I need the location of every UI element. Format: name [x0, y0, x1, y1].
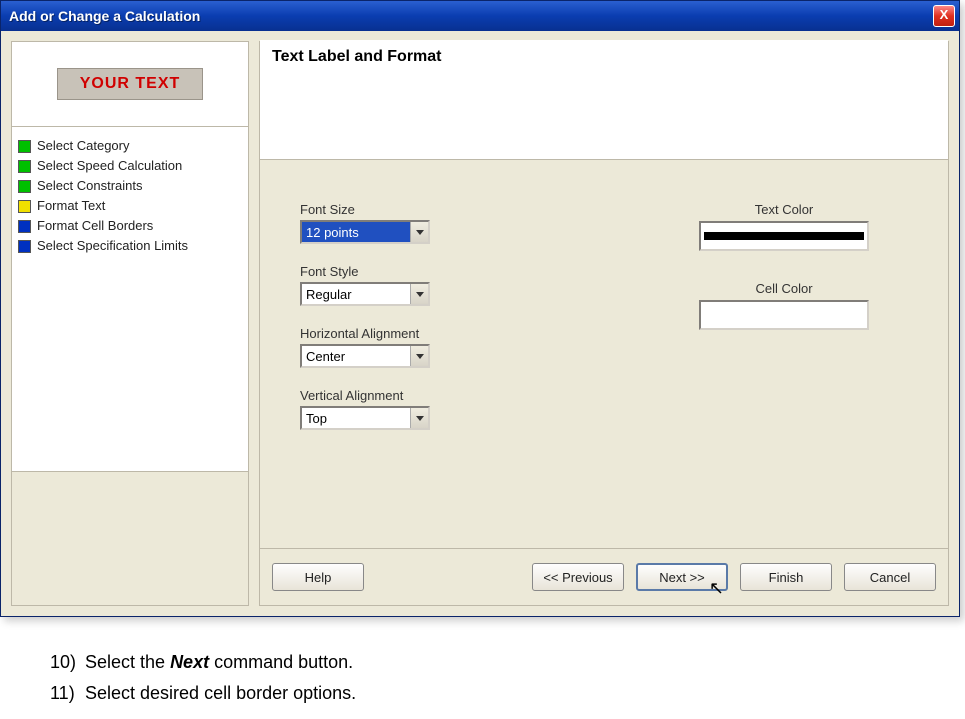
step-label: Select Category — [37, 137, 130, 155]
cell-color-picker[interactable] — [699, 300, 869, 330]
dropdown-value: Top — [306, 411, 327, 426]
step-label: Select Constraints — [37, 177, 143, 195]
close-button[interactable]: X — [933, 5, 955, 27]
instruction-step: Select desired cell border options. — [50, 678, 965, 709]
text-color-field: Text Color — [660, 202, 908, 251]
form-right-col: Text Color Cell Color — [560, 202, 908, 528]
text-color-label: Text Color — [660, 202, 908, 217]
font-style-label: Font Style — [300, 264, 560, 279]
left-spacer — [11, 472, 249, 606]
h-align-label: Horizontal Alignment — [300, 326, 560, 341]
text-color-sample — [704, 232, 864, 240]
instruction-step: Select the Next command button. — [50, 647, 965, 678]
step-status-icon — [18, 140, 31, 153]
step-status-icon — [18, 220, 31, 233]
instruction-text: Select the Next command button. Select d… — [50, 647, 965, 708]
step-label: Format Cell Borders — [37, 217, 153, 235]
dialog-window: Add or Change a Calculation X YOUR TEXT … — [0, 0, 960, 617]
horizontal-alignment-field: Horizontal Alignment Center — [300, 326, 560, 368]
cell-color-label: Cell Color — [660, 281, 908, 296]
wizard-steps-panel: Select Category Select Speed Calculation… — [11, 127, 249, 472]
previous-button[interactable]: << Previous — [532, 563, 624, 591]
dropdown-value: Center — [306, 349, 345, 364]
left-column: YOUR TEXT Select Category Select Speed C… — [11, 41, 249, 606]
cancel-button[interactable]: Cancel — [844, 563, 936, 591]
step-label: Format Text — [37, 197, 105, 215]
section-header: Text Label and Format — [260, 40, 948, 160]
cell-color-field: Cell Color — [660, 281, 908, 330]
titlebar: Add or Change a Calculation X — [1, 1, 959, 31]
wizard-step[interactable]: Format Text — [18, 197, 242, 215]
chevron-down-icon — [410, 284, 428, 304]
preview-text: YOUR TEXT — [57, 68, 204, 100]
window-title: Add or Change a Calculation — [9, 8, 200, 24]
wizard-step[interactable]: Select Speed Calculation — [18, 157, 242, 175]
button-bar: Help << Previous Next >> ↖ Finish Cancel — [260, 548, 948, 605]
dialog-body: YOUR TEXT Select Category Select Speed C… — [1, 31, 959, 616]
chevron-down-icon — [410, 222, 428, 242]
section-heading: Text Label and Format — [272, 48, 442, 65]
vertical-alignment-field: Vertical Alignment Top — [300, 388, 560, 430]
font-style-field: Font Style Regular — [300, 264, 560, 306]
chevron-down-icon — [410, 408, 428, 428]
font-size-dropdown[interactable]: 12 points — [300, 220, 430, 244]
step-label: Select Speed Calculation — [37, 157, 182, 175]
step-status-icon — [18, 180, 31, 193]
help-button[interactable]: Help — [272, 563, 364, 591]
next-button-label: Next >> — [659, 570, 705, 585]
right-column: Text Label and Format Font Size 12 point… — [259, 41, 949, 606]
step-label: Select Specification Limits — [37, 237, 188, 255]
font-size-label: Font Size — [300, 202, 560, 217]
h-align-dropdown[interactable]: Center — [300, 344, 430, 368]
step-status-icon — [18, 240, 31, 253]
text-color-picker[interactable] — [699, 221, 869, 251]
font-style-dropdown[interactable]: Regular — [300, 282, 430, 306]
wizard-step[interactable]: Format Cell Borders — [18, 217, 242, 235]
next-button[interactable]: Next >> ↖ — [636, 563, 728, 591]
format-form: Font Size 12 points Font Style Regular — [260, 172, 948, 548]
v-align-dropdown[interactable]: Top — [300, 406, 430, 430]
step-status-icon — [18, 160, 31, 173]
finish-button[interactable]: Finish — [740, 563, 832, 591]
step-status-icon — [18, 200, 31, 213]
wizard-step[interactable]: Select Category — [18, 137, 242, 155]
form-left-col: Font Size 12 points Font Style Regular — [300, 202, 560, 528]
wizard-step[interactable]: Select Specification Limits — [18, 237, 242, 255]
wizard-step[interactable]: Select Constraints — [18, 177, 242, 195]
dropdown-value: 12 points — [306, 225, 359, 240]
chevron-down-icon — [410, 346, 428, 366]
dropdown-value: Regular — [306, 287, 352, 302]
preview-panel: YOUR TEXT — [11, 41, 249, 127]
v-align-label: Vertical Alignment — [300, 388, 560, 403]
font-size-field: Font Size 12 points — [300, 202, 560, 244]
cursor-icon: ↖ — [709, 578, 724, 599]
